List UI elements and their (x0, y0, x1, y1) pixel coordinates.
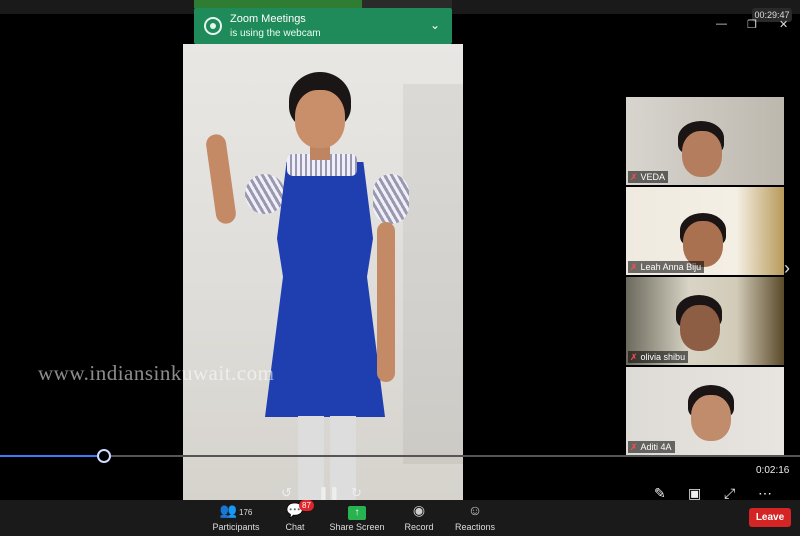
participant-name-label: ✗ Leah Anna Biju (628, 261, 705, 273)
share-screen-button[interactable]: ↑ Share Screen (325, 500, 389, 536)
close-icon[interactable]: ✕ (779, 18, 788, 31)
left-sleeve (245, 174, 285, 214)
participant-name: Leah Anna Biju (640, 262, 702, 272)
participant-name: olivia shibu (640, 352, 686, 362)
participant-name-label: ✗ olivia shibu (628, 351, 689, 363)
mic-muted-icon: ✗ (630, 442, 638, 452)
raised-arm (204, 133, 238, 225)
mic-muted-icon: ✗ (630, 352, 638, 362)
reactions-button[interactable]: ☺ Reactions (443, 500, 507, 536)
face (295, 90, 345, 148)
chat-button[interactable]: 💬 87 Chat (263, 500, 327, 536)
meeting-toolbar: 👥 176 Participants 💬 87 Chat ↑ Share Scre… (0, 500, 800, 536)
record-icon: ◉ (412, 502, 426, 518)
chat-icon: 💬 (286, 502, 304, 518)
participant-name-label: ✗ Aditi 4A (628, 441, 675, 453)
participant-name: Aditi 4A (640, 442, 672, 452)
forward-30-icon[interactable]: ↻ (351, 485, 362, 501)
next-page-arrow-icon[interactable]: › (784, 258, 790, 279)
record-label: Record (404, 522, 434, 532)
webcam-notification[interactable]: Zoom Meetings is using the webcam ⌄ (194, 8, 452, 44)
seek-track[interactable] (0, 455, 800, 457)
seek-handle[interactable] (97, 449, 111, 463)
blue-uniform (265, 162, 385, 417)
chevron-down-icon[interactable]: ⌄ (430, 18, 440, 32)
notification-title: Zoom Meetings (230, 13, 306, 25)
rewind-10-icon[interactable]: ↺ (281, 485, 292, 501)
reactions-label: Reactions (454, 522, 496, 532)
leave-button[interactable]: Leave (749, 508, 791, 527)
participant-tile[interactable]: ✗ Aditi 4A (626, 367, 784, 455)
wall-shadow (403, 84, 463, 464)
lowered-arm (377, 222, 395, 382)
top-tab-gray (362, 0, 452, 8)
notification-message: is using the webcam (230, 28, 321, 39)
participants-icon: 👥 176 (219, 502, 253, 518)
chat-label: Chat (285, 522, 305, 532)
participant-tile[interactable]: ✗ VEDA (626, 97, 784, 185)
webcam-icon (204, 17, 222, 35)
participants-label: Participants (212, 522, 260, 532)
mic-muted-icon: ✗ (630, 262, 638, 272)
share-screen-label: Share Screen (329, 522, 385, 532)
mic-muted-icon: ✗ (630, 172, 638, 182)
share-screen-icon: ↑ (348, 506, 366, 520)
chat-badge: 87 (299, 500, 314, 511)
top-tab-green (194, 0, 362, 8)
playback-time: 0:02:16 (756, 465, 790, 476)
participant-face (680, 305, 720, 351)
participant-tile[interactable]: ✗ Leah Anna Biju (626, 187, 784, 275)
participant-name-label: ✗ VEDA (628, 171, 669, 183)
participants-button[interactable]: 👥 176 Participants (204, 500, 268, 536)
participants-count: 176 (239, 508, 253, 517)
site-watermark: www.indiansinkuwait.com (38, 361, 275, 385)
right-sleeve (373, 174, 409, 224)
reactions-icon: ☺ (467, 502, 483, 518)
minimize-icon[interactable]: — (716, 18, 727, 30)
restore-icon[interactable]: ❐ (747, 18, 757, 31)
participant-tile[interactable]: ✗ olivia shibu (626, 277, 784, 365)
record-button[interactable]: ◉ Record (387, 500, 451, 536)
participant-name: VEDA (640, 172, 666, 182)
participant-face (682, 131, 722, 177)
pause-icon[interactable]: ❚❚ (318, 485, 340, 501)
participant-face (691, 395, 731, 441)
seek-progress (0, 455, 104, 457)
main-video[interactable] (183, 44, 463, 500)
